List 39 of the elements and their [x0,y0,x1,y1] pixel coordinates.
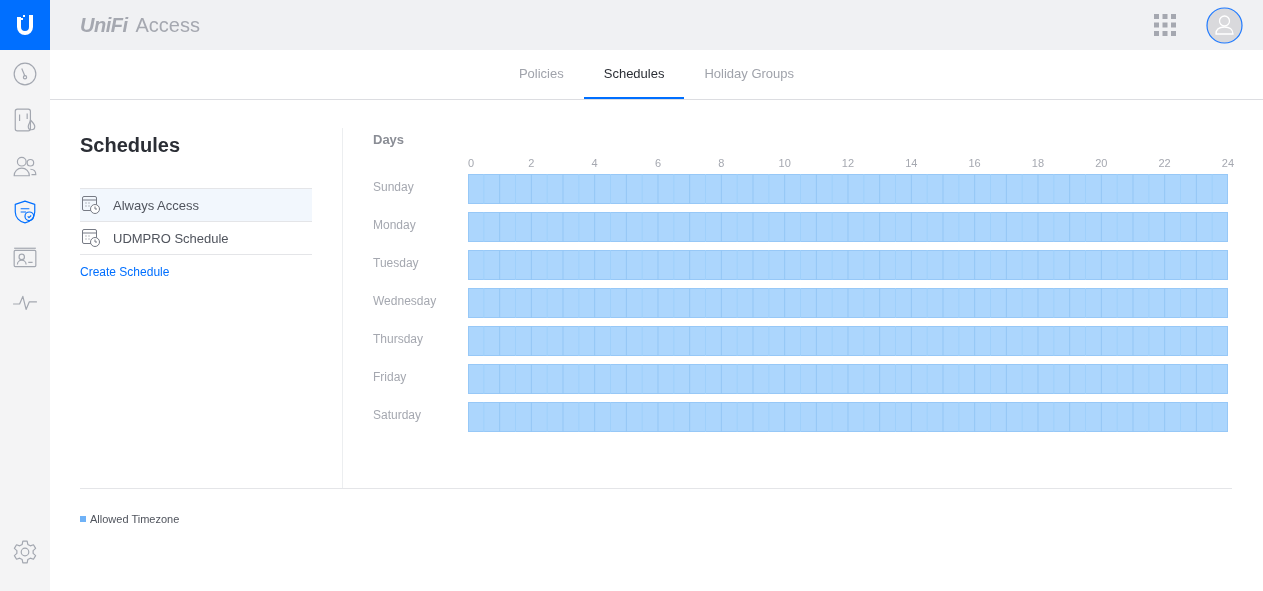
day-label: Friday [373,369,408,384]
app-logo[interactable] [0,0,50,50]
hour-label: 8 [718,157,725,171]
day-label: Wednesday [373,293,438,308]
hour-label: 0 [468,157,475,171]
hour-label: 22 [1158,157,1171,171]
create-schedule-link[interactable]: Create Schedule [80,265,170,279]
gauge-icon[interactable] [12,61,38,87]
hour-label: 14 [905,157,918,171]
shield-icon[interactable] [12,199,38,225]
brand-name: UniFi [80,13,128,37]
hour-label: 20 [1095,157,1108,171]
hour-label: 6 [654,157,662,171]
schedule-list-item[interactable]: Always Access [80,188,312,221]
apps-grid-icon[interactable] [1154,14,1176,36]
day-label: Monday [373,217,417,232]
hour-label: 2 [528,157,535,171]
legend-label: Allowed Timezone [90,513,180,525]
door-icon[interactable] [12,107,38,133]
tab[interactable]: Schedules [583,50,685,99]
day-label: Sunday [373,179,415,194]
section-title: Schedules [80,134,182,157]
day-label: Thursday [373,331,425,346]
days-heading: Days [373,132,406,147]
hour-label: 18 [1031,157,1045,171]
schedule-list-item[interactable]: UDMPRO Schedule [80,221,312,255]
avatar-icon[interactable] [1206,6,1243,44]
hour-label: 10 [778,157,791,171]
logo-icon [15,13,35,37]
calendar-clock-icon [81,228,101,248]
settings-icon[interactable] [12,539,38,565]
hour-label: 24 [1221,157,1235,171]
day-label: Tuesday [373,255,420,270]
hour-label: 16 [968,157,981,171]
hour-label: 4 [591,157,598,171]
day-label: Saturday [373,407,423,422]
calendar-clock-icon [81,195,101,215]
hour-label: 12 [841,157,855,171]
product-name: Access [135,13,200,37]
